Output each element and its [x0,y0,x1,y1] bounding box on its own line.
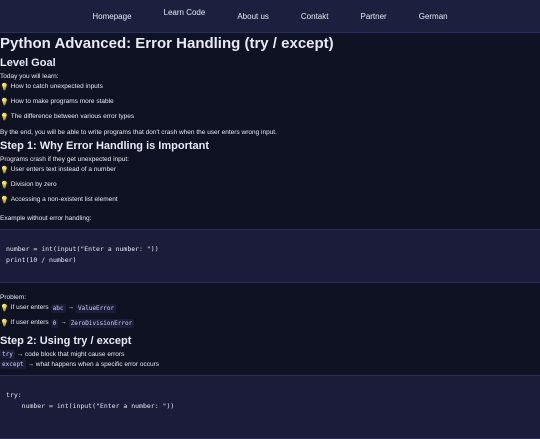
inline-code: try [0,350,15,359]
list-item: 💡 If user enters abc → ValueError [0,303,117,313]
definition-line: except → what happens when a specific er… [0,360,160,369]
problem-list: 💡 If user enters abc → ValueError 💡 If u… [0,303,540,328]
lightbulb-icon: 💡 [0,166,9,174]
nav-about-us[interactable]: About us [221,12,285,21]
level-goal-list: 💡 How to catch unexpected inputs 💡 How t… [0,82,540,122]
nav-learn-code[interactable]: Learn Code [148,8,222,17]
problem-label: Problem: [0,294,27,301]
nav-homepage[interactable]: Homepage [76,12,147,21]
lightbulb-icon: 💡 [0,98,9,106]
code-block: try: number = int(input("Enter a number:… [0,375,540,439]
code-line: try: [6,391,22,399]
lightbulb-icon: 💡 [0,113,9,121]
step1-intro: Programs crash if they get unexpected in… [0,156,129,163]
example-label: Example without error handling: [0,215,92,222]
nav-contakt[interactable]: Contakt [285,12,345,21]
list-item: 💡 Division by zero [0,181,57,189]
step1-heading: Step 1: Why Error Handling is Important [0,140,210,152]
nav-partner[interactable]: Partner [344,12,402,21]
code-line: number = int(input("Enter a number: ")) [6,245,159,253]
lightbulb-icon: 💡 [0,83,9,91]
code-block: number = int(input("Enter a number: ")) p… [0,229,540,283]
code-line: number = int(input("Enter a number: ")) [6,402,175,410]
step2-heading: Step 2: Using try / except [0,335,132,347]
inline-code: abc [50,303,66,313]
step1-list: 💡 User enters text instead of a number 💡… [0,165,540,205]
nav-german[interactable]: German [403,12,464,21]
inline-code: ZeroDivisionError [68,318,135,328]
level-goal-heading: Level Goal [0,57,56,69]
list-item: 💡 Accessing a non-existent list element [0,196,118,204]
level-goal-outro: By the end, you will be able to write pr… [0,129,277,136]
main-content: Python Advanced: Error Handling (try / e… [0,35,540,439]
code-line: print(10 / number) [6,256,77,264]
lightbulb-icon: 💡 [0,304,9,312]
list-item: 💡 User enters text instead of a number [0,166,116,174]
top-nav: Homepage Learn Code About us Contakt Par… [0,0,540,33]
inline-code: 0 [50,318,59,328]
lightbulb-icon: 💡 [0,319,9,327]
list-item: 💡 The difference between various error t… [0,113,135,121]
lightbulb-icon: 💡 [0,181,9,189]
inline-code: ValueError [76,303,117,313]
level-goal-intro: Today you will learn: [0,73,59,80]
list-item: 💡 How to make programs more stable [0,98,114,106]
definition-line: try → code block that might cause errors [0,350,125,359]
list-item: 💡 How to catch unexpected inputs [0,83,103,91]
page-title: Python Advanced: Error Handling (try / e… [0,35,334,52]
inline-code: except [0,360,26,369]
list-item: 💡 If user enters 0 → ZeroDivisionError [0,318,135,328]
lightbulb-icon: 💡 [0,196,9,204]
